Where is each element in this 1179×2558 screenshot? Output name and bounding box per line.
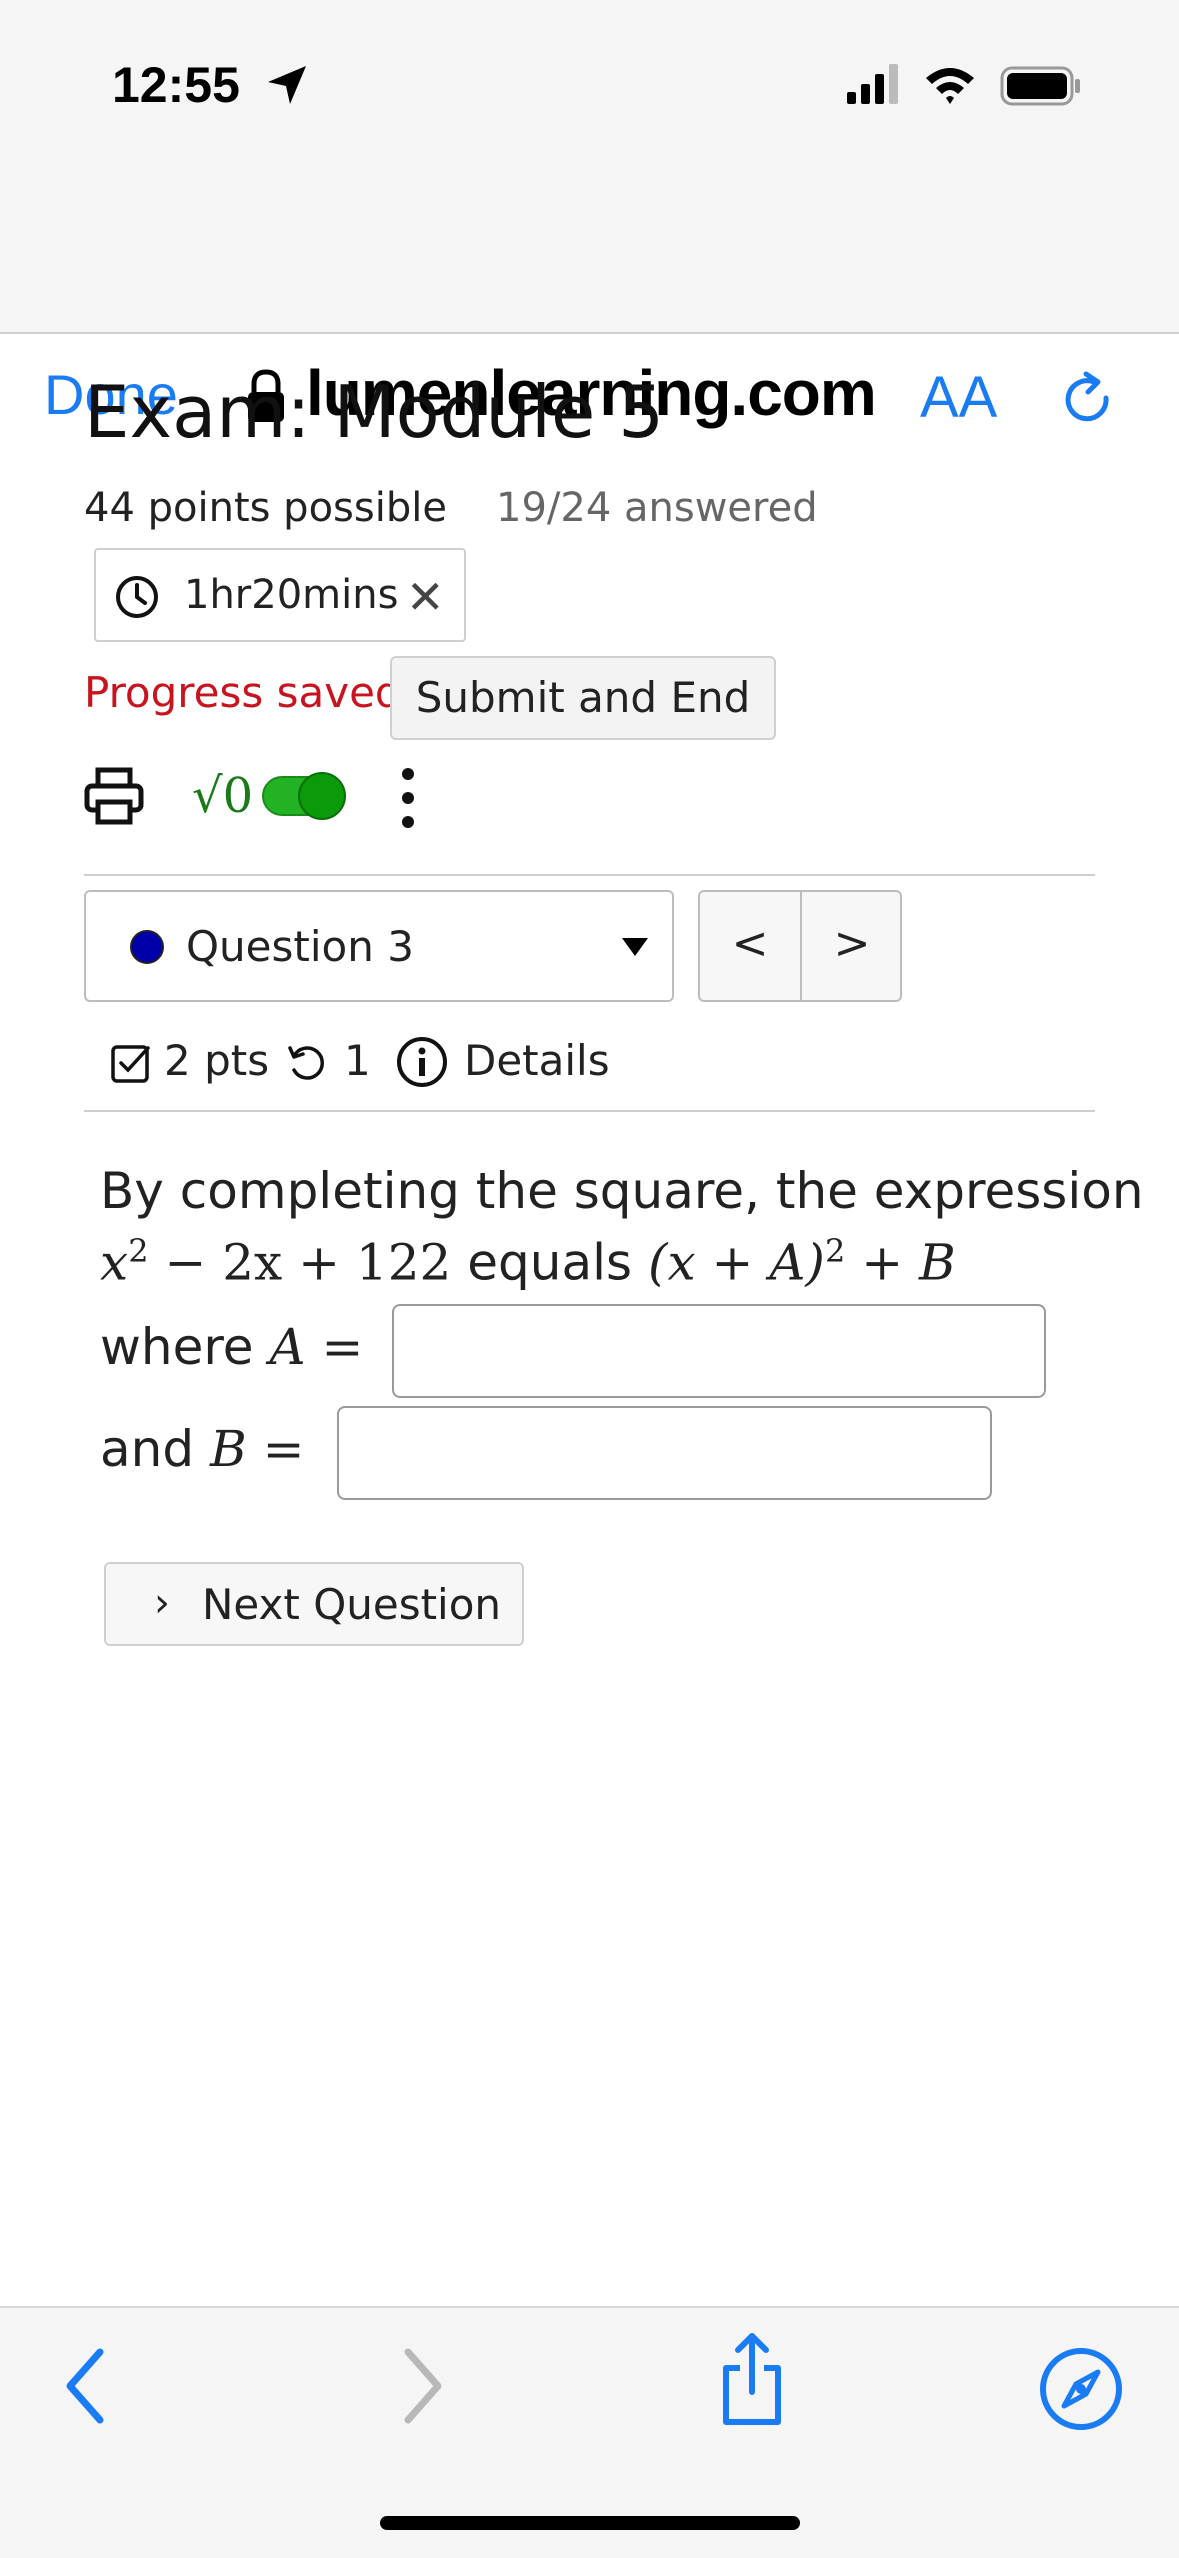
answer-a-input[interactable] xyxy=(392,1304,1046,1398)
question-pager: < > xyxy=(698,890,902,1002)
math-exp: 2 xyxy=(824,1232,846,1270)
submit-and-end-button[interactable]: Submit and End xyxy=(390,656,776,740)
math-expr: − 2x + 122 xyxy=(148,1233,452,1292)
compass-icon[interactable] xyxy=(1038,2346,1124,2432)
dropdown-arrow-icon xyxy=(622,938,648,956)
toggle-knob xyxy=(298,772,346,820)
forward-icon[interactable] xyxy=(398,2346,448,2426)
math-entry-icon: √0 xyxy=(192,768,254,824)
and-word: and xyxy=(100,1420,210,1478)
clock: 12:55 xyxy=(112,57,240,113)
chevron-right-icon: › xyxy=(154,1580,170,1626)
answered-count: 19/24 answered xyxy=(496,485,818,531)
math-exp: 2 xyxy=(128,1232,149,1270)
math-square: (x + A) xyxy=(647,1233,825,1292)
next-question-arrow-button[interactable]: > xyxy=(802,892,902,1000)
question-status-dot xyxy=(130,930,164,964)
back-icon[interactable] xyxy=(60,2346,110,2426)
share-icon[interactable] xyxy=(712,2330,792,2430)
checkbox-pencil-icon xyxy=(111,1045,150,1083)
reload-icon[interactable] xyxy=(1056,368,1120,432)
page-title: Exam: Module 5 xyxy=(84,370,665,454)
var-b: B xyxy=(209,1420,247,1478)
divider xyxy=(84,1110,1095,1112)
retry-icon xyxy=(288,1046,324,1080)
equals-sign: = xyxy=(246,1420,305,1478)
question-select-value: Question 3 xyxy=(186,922,414,971)
question-points: 2 pts xyxy=(164,1036,270,1085)
text-size-button[interactable]: AA xyxy=(920,364,997,431)
details-link[interactable]: Details xyxy=(464,1036,610,1085)
battery-icon xyxy=(1000,66,1080,106)
timer-text: 1hr20mins xyxy=(184,572,399,618)
status-bar: 12:55 xyxy=(0,0,1179,150)
math-x: x xyxy=(100,1233,129,1292)
question-text-line2: x2 − 2x + 122 equals (x + A)2 + B xyxy=(100,1232,956,1292)
attempts-count: 1 xyxy=(344,1036,371,1085)
wifi-icon xyxy=(926,68,974,104)
var-a: A xyxy=(269,1318,306,1376)
math-plus-b: + B xyxy=(845,1233,956,1292)
next-question-label: Next Question xyxy=(202,1580,502,1629)
next-question-button[interactable]: › Next Question xyxy=(104,1562,524,1646)
progress-status: Progress saved xyxy=(84,668,402,717)
answer-b-input[interactable] xyxy=(337,1406,992,1500)
question-text-line1: By completing the square, the expression xyxy=(100,1162,1144,1220)
more-options-icon[interactable] xyxy=(398,762,418,834)
location-arrow-icon xyxy=(268,66,306,104)
equals-word: equals xyxy=(451,1233,648,1292)
where-word: where xyxy=(100,1318,270,1376)
math-entry-toggle[interactable] xyxy=(262,772,346,820)
home-indicator xyxy=(380,2516,800,2530)
question-select[interactable]: Question 3 xyxy=(84,890,674,1002)
divider xyxy=(84,874,1095,876)
timer-box: 1hr20mins ✕ xyxy=(94,548,466,642)
info-icon[interactable] xyxy=(396,1036,448,1088)
equals-sign: = xyxy=(305,1318,364,1376)
cellular-signal-icon xyxy=(847,64,898,104)
previous-question-button[interactable]: < xyxy=(700,892,802,1000)
answer-b-label: and B = xyxy=(100,1420,305,1478)
answer-a-label: where A = xyxy=(100,1318,363,1376)
browser-toolbar: Done lumenlearning.com AA xyxy=(0,150,1179,430)
close-timer-icon[interactable]: ✕ xyxy=(406,570,445,624)
points-possible: 44 points possible xyxy=(84,485,447,531)
printer-icon[interactable] xyxy=(84,766,144,826)
clock-icon xyxy=(116,576,158,618)
